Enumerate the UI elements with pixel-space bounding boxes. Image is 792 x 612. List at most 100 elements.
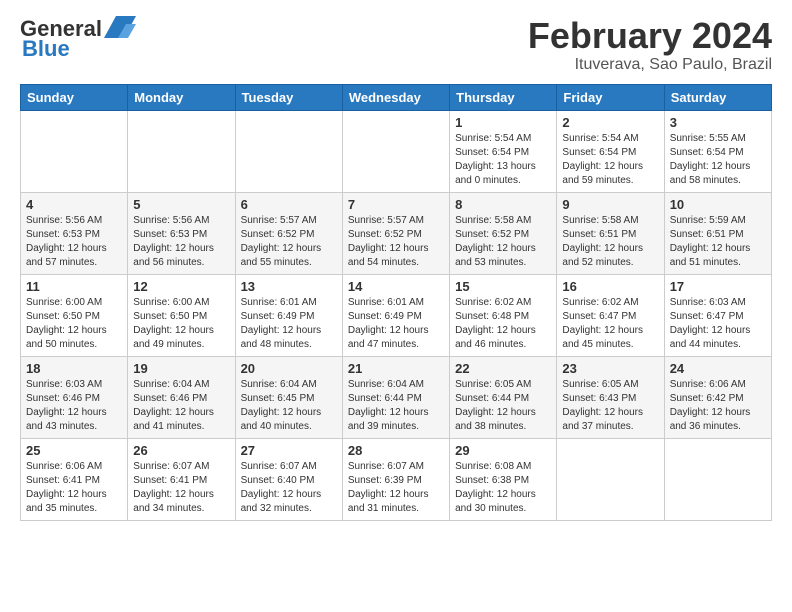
- calendar-cell: 2 Sunrise: 5:54 AMSunset: 6:54 PMDaylight…: [557, 110, 664, 192]
- calendar-cell: 19 Sunrise: 6:04 AMSunset: 6:46 PMDayligh…: [128, 356, 235, 438]
- calendar-cell: [664, 438, 771, 520]
- day-info: Sunrise: 5:57 AMSunset: 6:52 PMDaylight:…: [241, 214, 337, 270]
- day-info: Sunrise: 6:03 AMSunset: 6:46 PMDaylight:…: [26, 378, 122, 434]
- day-number: 22: [455, 361, 551, 376]
- calendar-cell: 17 Sunrise: 6:03 AMSunset: 6:47 PMDayligh…: [664, 274, 771, 356]
- calendar-cell: 20 Sunrise: 6:04 AMSunset: 6:45 PMDayligh…: [235, 356, 342, 438]
- day-number: 11: [26, 279, 122, 294]
- day-info: Sunrise: 6:04 AMSunset: 6:46 PMDaylight:…: [133, 378, 229, 434]
- day-info: Sunrise: 6:07 AMSunset: 6:41 PMDaylight:…: [133, 460, 229, 516]
- day-info: Sunrise: 6:02 AMSunset: 6:47 PMDaylight:…: [562, 296, 658, 352]
- day-number: 25: [26, 443, 122, 458]
- day-info: Sunrise: 5:54 AMSunset: 6:54 PMDaylight:…: [562, 132, 658, 188]
- day-info: Sunrise: 5:58 AMSunset: 6:52 PMDaylight:…: [455, 214, 551, 270]
- calendar-cell: 4Sunrise: 5:56 AMSunset: 6:53 PMDaylight…: [21, 192, 128, 274]
- day-info: Sunrise: 5:56 AMSunset: 6:53 PMDaylight:…: [133, 214, 229, 270]
- day-info: Sunrise: 6:00 AMSunset: 6:50 PMDaylight:…: [133, 296, 229, 352]
- weekday-header-wednesday: Wednesday: [342, 84, 449, 110]
- calendar-cell: [557, 438, 664, 520]
- day-number: 15: [455, 279, 551, 294]
- calendar-cell: 26Sunrise: 6:07 AMSunset: 6:41 PMDayligh…: [128, 438, 235, 520]
- day-number: 9: [562, 197, 658, 212]
- day-number: 3: [670, 115, 766, 130]
- day-number: 23: [562, 361, 658, 376]
- calendar-cell: 16 Sunrise: 6:02 AMSunset: 6:47 PMDayligh…: [557, 274, 664, 356]
- day-number: 5: [133, 197, 229, 212]
- day-info: Sunrise: 6:00 AMSunset: 6:50 PMDaylight:…: [26, 296, 122, 352]
- day-info: Sunrise: 6:07 AMSunset: 6:39 PMDaylight:…: [348, 460, 444, 516]
- week-row-2: 4Sunrise: 5:56 AMSunset: 6:53 PMDaylight…: [21, 192, 772, 274]
- calendar-cell: 22 Sunrise: 6:05 AMSunset: 6:44 PMDayligh…: [450, 356, 557, 438]
- day-info: Sunrise: 5:58 AMSunset: 6:51 PMDaylight:…: [562, 214, 658, 270]
- calendar-cell: 8 Sunrise: 5:58 AMSunset: 6:52 PMDaylight…: [450, 192, 557, 274]
- header: General Blue February 2024 Ituverava, Sa…: [20, 16, 772, 74]
- logo-icon: [104, 16, 136, 38]
- logo: General Blue: [20, 16, 136, 62]
- main-container: General Blue February 2024 Ituverava, Sa…: [0, 0, 792, 531]
- day-number: 27: [241, 443, 337, 458]
- week-row-3: 11 Sunrise: 6:00 AMSunset: 6:50 PMDayligh…: [21, 274, 772, 356]
- calendar-cell: 18 Sunrise: 6:03 AMSunset: 6:46 PMDayligh…: [21, 356, 128, 438]
- day-info: Sunrise: 5:59 AMSunset: 6:51 PMDaylight:…: [670, 214, 766, 270]
- calendar-cell: 24 Sunrise: 6:06 AMSunset: 6:42 PMDayligh…: [664, 356, 771, 438]
- week-row-1: 1 Sunrise: 5:54 AMSunset: 6:54 PMDaylight…: [21, 110, 772, 192]
- calendar-cell: 27Sunrise: 6:07 AMSunset: 6:40 PMDayligh…: [235, 438, 342, 520]
- day-number: 6: [241, 197, 337, 212]
- week-row-5: 25 Sunrise: 6:06 AMSunset: 6:41 PMDayligh…: [21, 438, 772, 520]
- day-number: 24: [670, 361, 766, 376]
- day-number: 19: [133, 361, 229, 376]
- weekday-header-monday: Monday: [128, 84, 235, 110]
- calendar-cell: 25 Sunrise: 6:06 AMSunset: 6:41 PMDayligh…: [21, 438, 128, 520]
- day-info: Sunrise: 5:56 AMSunset: 6:53 PMDaylight:…: [26, 214, 122, 270]
- week-row-4: 18 Sunrise: 6:03 AMSunset: 6:46 PMDayligh…: [21, 356, 772, 438]
- calendar-cell: 21 Sunrise: 6:04 AMSunset: 6:44 PMDayligh…: [342, 356, 449, 438]
- calendar-cell: 28Sunrise: 6:07 AMSunset: 6:39 PMDayligh…: [342, 438, 449, 520]
- weekday-header-friday: Friday: [557, 84, 664, 110]
- calendar-cell: [21, 110, 128, 192]
- day-info: Sunrise: 6:04 AMSunset: 6:45 PMDaylight:…: [241, 378, 337, 434]
- calendar-cell: 13Sunrise: 6:01 AMSunset: 6:49 PMDayligh…: [235, 274, 342, 356]
- weekday-header-saturday: Saturday: [664, 84, 771, 110]
- calendar-cell: 23Sunrise: 6:05 AMSunset: 6:43 PMDayligh…: [557, 356, 664, 438]
- logo-blue: Blue: [22, 36, 70, 62]
- calendar-cell: 11 Sunrise: 6:00 AMSunset: 6:50 PMDayligh…: [21, 274, 128, 356]
- day-number: 16: [562, 279, 658, 294]
- calendar-cell: 29 Sunrise: 6:08 AMSunset: 6:38 PMDayligh…: [450, 438, 557, 520]
- day-info: Sunrise: 5:57 AMSunset: 6:52 PMDaylight:…: [348, 214, 444, 270]
- day-number: 17: [670, 279, 766, 294]
- weekday-header-tuesday: Tuesday: [235, 84, 342, 110]
- day-number: 20: [241, 361, 337, 376]
- calendar-cell: 7 Sunrise: 5:57 AMSunset: 6:52 PMDaylight…: [342, 192, 449, 274]
- day-number: 10: [670, 197, 766, 212]
- calendar-cell: [342, 110, 449, 192]
- day-number: 8: [455, 197, 551, 212]
- day-info: Sunrise: 6:03 AMSunset: 6:47 PMDaylight:…: [670, 296, 766, 352]
- day-number: 7: [348, 197, 444, 212]
- day-info: Sunrise: 6:06 AMSunset: 6:42 PMDaylight:…: [670, 378, 766, 434]
- calendar-cell: 6 Sunrise: 5:57 AMSunset: 6:52 PMDaylight…: [235, 192, 342, 274]
- day-info: Sunrise: 6:04 AMSunset: 6:44 PMDaylight:…: [348, 378, 444, 434]
- day-number: 1: [455, 115, 551, 130]
- calendar-cell: 3Sunrise: 5:55 AMSunset: 6:54 PMDaylight…: [664, 110, 771, 192]
- day-info: Sunrise: 6:08 AMSunset: 6:38 PMDaylight:…: [455, 460, 551, 516]
- day-info: Sunrise: 5:54 AMSunset: 6:54 PMDaylight:…: [455, 132, 551, 188]
- day-info: Sunrise: 6:06 AMSunset: 6:41 PMDaylight:…: [26, 460, 122, 516]
- day-number: 21: [348, 361, 444, 376]
- day-number: 2: [562, 115, 658, 130]
- month-title: February 2024: [528, 16, 772, 56]
- day-number: 18: [26, 361, 122, 376]
- day-number: 13: [241, 279, 337, 294]
- calendar-cell: 12 Sunrise: 6:00 AMSunset: 6:50 PMDayligh…: [128, 274, 235, 356]
- day-number: 29: [455, 443, 551, 458]
- weekday-header-thursday: Thursday: [450, 84, 557, 110]
- calendar-cell: 15Sunrise: 6:02 AMSunset: 6:48 PMDayligh…: [450, 274, 557, 356]
- day-info: Sunrise: 6:01 AMSunset: 6:49 PMDaylight:…: [348, 296, 444, 352]
- day-number: 12: [133, 279, 229, 294]
- day-info: Sunrise: 6:05 AMSunset: 6:44 PMDaylight:…: [455, 378, 551, 434]
- location-title: Ituverava, Sao Paulo, Brazil: [528, 56, 772, 74]
- day-number: 14: [348, 279, 444, 294]
- calendar-cell: 14 Sunrise: 6:01 AMSunset: 6:49 PMDayligh…: [342, 274, 449, 356]
- calendar-cell: 1 Sunrise: 5:54 AMSunset: 6:54 PMDaylight…: [450, 110, 557, 192]
- weekday-header-sunday: Sunday: [21, 84, 128, 110]
- calendar-table: SundayMondayTuesdayWednesdayThursdayFrid…: [20, 84, 772, 521]
